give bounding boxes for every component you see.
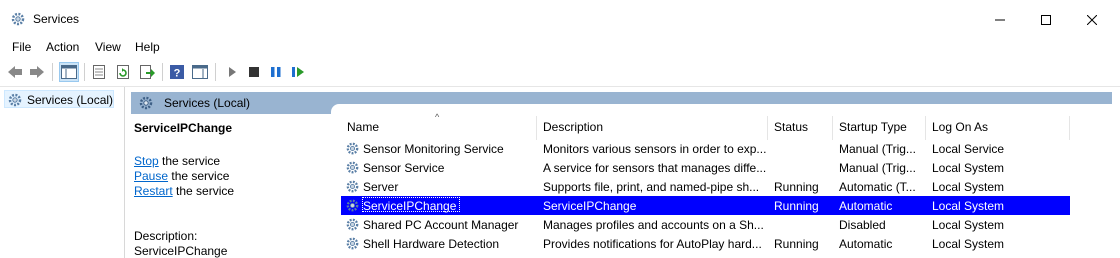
- cell-name: Sensor Service: [363, 161, 445, 175]
- cell-startup-type: Automatic: [839, 199, 893, 213]
- column-header-description[interactable]: Description: [543, 120, 603, 134]
- selected-service-name: ServiceIPChange: [134, 121, 233, 135]
- back-arrow-icon[interactable]: [5, 62, 25, 82]
- cell-status: Running: [774, 237, 819, 251]
- forward-arrow-icon[interactable]: [27, 62, 47, 82]
- maximize-button[interactable]: [1024, 6, 1068, 34]
- close-button[interactable]: [1070, 6, 1114, 34]
- cell-status: Running: [774, 180, 819, 194]
- table-row[interactable]: Shared PC Account Manager Manages profile…: [341, 215, 1070, 234]
- export-list-icon[interactable]: [137, 62, 157, 82]
- cell-name: Shell Hardware Detection: [363, 237, 500, 251]
- cell-log-on-as: Local System: [932, 161, 1005, 175]
- minimize-button[interactable]: [978, 6, 1022, 34]
- description-text: ServiceIPChange: [134, 244, 228, 258]
- table-row[interactable]: Shell Hardware Detection Provides notific…: [341, 234, 1070, 253]
- cell-status: Running: [774, 199, 819, 213]
- console-tree: Services (Local): [0, 87, 125, 258]
- service-gear-icon: [345, 217, 360, 235]
- cell-startup-type: Automatic (T...: [839, 180, 916, 194]
- service-gear-icon: [345, 141, 360, 159]
- action-text: the service: [168, 169, 230, 183]
- action-pane-icon[interactable]: [190, 62, 210, 82]
- cell-log-on-as: Local System: [932, 237, 1005, 251]
- start-service-icon[interactable]: [222, 62, 242, 82]
- cell-description: Supports file, print, and named-pipe sh.…: [543, 180, 760, 194]
- action-stop: Stop the service: [134, 154, 220, 168]
- cell-name: Server: [363, 180, 399, 194]
- window-title: Services: [33, 12, 80, 26]
- action-restart: Restart the service: [134, 184, 234, 198]
- svg-text:?: ?: [174, 68, 181, 80]
- services-gear-icon: [138, 95, 154, 114]
- cell-name: Shared PC Account Manager: [363, 218, 519, 232]
- cell-log-on-as: Local System: [932, 199, 1005, 213]
- cell-startup-type: Manual (Trig...: [839, 142, 916, 156]
- refresh-icon[interactable]: [113, 62, 133, 82]
- toolbar: ?: [0, 58, 1120, 87]
- show-hide-console-tree-icon[interactable]: [59, 62, 79, 82]
- service-gear-icon: [345, 179, 360, 197]
- table-row[interactable]: Sensor Monitoring Service Monitors variou…: [341, 139, 1070, 158]
- table-row[interactable]: Server Supports file, print, and named-pi…: [341, 177, 1070, 196]
- pause-service-icon[interactable]: [266, 62, 286, 82]
- table-row[interactable]: Sensor Service A service for sensors that…: [341, 158, 1070, 177]
- menu-view[interactable]: View: [95, 40, 121, 54]
- cell-startup-type: Automatic: [839, 237, 893, 251]
- menu-bar: File Action View Help: [0, 38, 1120, 58]
- service-detail-pane: ServiceIPChange Stop the service Pause t…: [131, 114, 331, 258]
- column-header-name[interactable]: Name: [347, 120, 379, 134]
- column-header-startup-type[interactable]: Startup Type: [839, 120, 907, 134]
- tree-item-label: Services (Local): [27, 93, 114, 107]
- action-pause: Pause the service: [134, 169, 229, 183]
- column-header-log-on-as[interactable]: Log On As: [932, 120, 988, 134]
- cell-startup-type: Manual (Trig...: [839, 161, 916, 175]
- cell-name: Sensor Monitoring Service: [363, 142, 504, 156]
- pane-header-title: Services (Local): [164, 96, 251, 110]
- service-gear-icon: [345, 198, 360, 216]
- help-icon[interactable]: ?: [167, 62, 187, 82]
- description-label: Description:: [134, 229, 198, 243]
- restart-service-icon[interactable]: [288, 62, 308, 82]
- services-gear-icon: [10, 11, 26, 27]
- cell-description: Monitors various sensors in order to exp…: [543, 142, 767, 156]
- cell-description: Provides notifications for AutoPlay hard…: [543, 237, 762, 251]
- properties-icon[interactable]: [89, 62, 109, 82]
- column-header-status[interactable]: Status: [774, 120, 808, 134]
- title-bar: Services: [0, 0, 1120, 38]
- action-text: the service: [172, 184, 235, 198]
- sort-ascending-icon: ^: [435, 112, 440, 122]
- cell-name: ServiceIPChange: [363, 199, 457, 213]
- cell-description: ServiceIPChange: [543, 199, 637, 213]
- cell-log-on-as: Local System: [932, 180, 1005, 194]
- cell-startup-type: Disabled: [839, 218, 886, 232]
- services-list: ^ Name Description Status Startup Type L…: [331, 104, 1112, 258]
- stop-service-icon[interactable]: [244, 62, 264, 82]
- menu-help[interactable]: Help: [135, 40, 160, 54]
- menu-action[interactable]: Action: [46, 40, 79, 54]
- action-text: the service: [158, 154, 221, 168]
- service-gear-icon: [345, 236, 360, 254]
- cell-description: Manages profiles and accounts on a Sh...: [543, 218, 764, 232]
- cell-log-on-as: Local System: [932, 218, 1005, 232]
- cell-description: A service for sensors that manages diffe…: [543, 161, 767, 175]
- pause-link[interactable]: Pause: [134, 169, 168, 183]
- table-row[interactable]: ServiceIPChange ServiceIPChange Running Aut…: [341, 196, 1070, 215]
- stop-link[interactable]: Stop: [134, 154, 159, 168]
- tree-item-services-local[interactable]: Services (Local): [4, 90, 114, 108]
- cell-log-on-as: Local Service: [932, 142, 1005, 156]
- services-gear-icon: [7, 92, 23, 111]
- menu-file[interactable]: File: [12, 40, 31, 54]
- restart-link[interactable]: Restart: [134, 184, 173, 198]
- service-gear-icon: [345, 160, 360, 178]
